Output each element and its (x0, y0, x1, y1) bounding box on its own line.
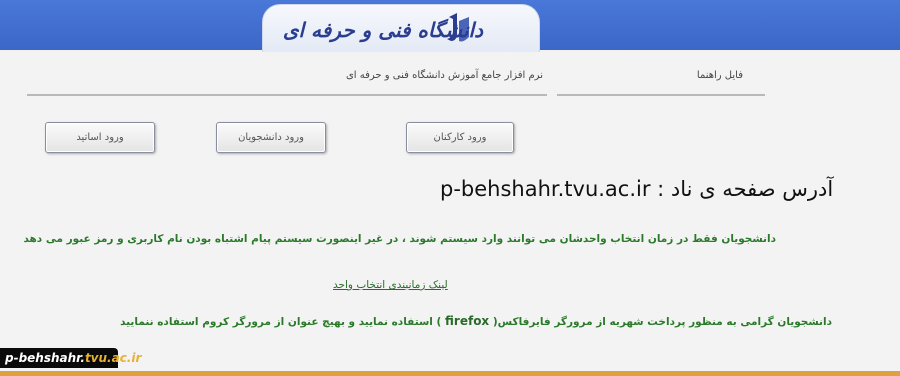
student-login-button[interactable]: ورود دانشجویان (216, 122, 326, 153)
site-watermark-domain: tvu.ac.ir (84, 351, 142, 365)
selection-notice: دانشجویان فقط در زمان انتخاب واحدشان می … (23, 233, 776, 245)
site-watermark: p-behshahr.tvu.ac.ir (0, 348, 141, 368)
selection-schedule-link[interactable]: لینک زمانبندی انتخاب واحد (333, 279, 448, 291)
site-watermark-text: p-behshahr.tvu.ac.ir (5, 351, 141, 365)
system-title: نرم افزار جامع آموزش دانشگاه فنی و حرفه … (345, 70, 543, 81)
system-title-bar: نرم افزار جامع آموزش دانشگاه فنی و حرفه … (27, 60, 547, 96)
logo-tab: دانشگاه فنی و حرفه ای (262, 4, 540, 53)
payment-notice-part1: دانشجویان گرامی به منظور پرداخت شهریه از… (492, 316, 832, 328)
address-label: آدرس صفحه ی ناد : (657, 177, 834, 201)
help-file-link[interactable]: فایل راهنما (697, 70, 743, 81)
firefox-label: firefox (445, 314, 490, 328)
help-bar: فایل راهنما (557, 60, 765, 96)
payment-notice-part2: ) استفاده نمایید و بهیچ عنوان از مرورگر … (120, 316, 442, 328)
address-line: آدرس صفحه ی ناد : p-behshahr.tvu.ac.ir (440, 177, 833, 201)
staff-login-button[interactable]: ورود کارکنان (406, 122, 514, 153)
address-value: p-behshahr.tvu.ac.ir (440, 177, 651, 201)
site-watermark-prefix: p-behshahr. (5, 351, 85, 365)
university-name-logo: دانشگاه فنی و حرفه ای (282, 18, 483, 42)
footer-accent-line (0, 371, 900, 376)
teacher-login-button[interactable]: ورود اساتید (45, 122, 155, 153)
payment-notice: دانشجویان گرامی به منظور پرداخت شهریه از… (120, 314, 832, 328)
